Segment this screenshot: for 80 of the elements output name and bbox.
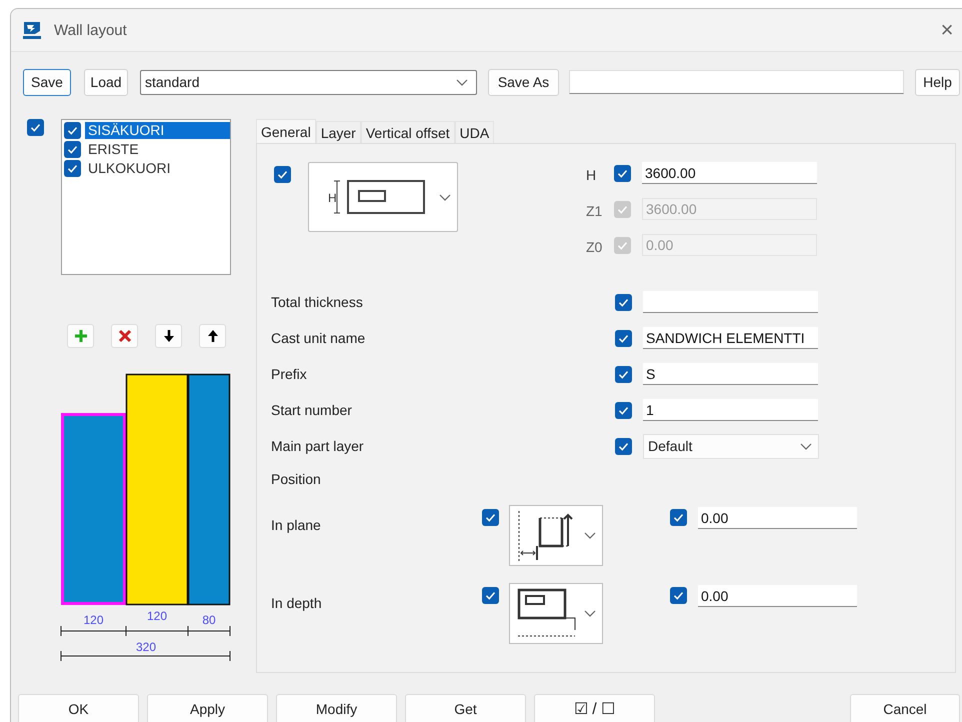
layer-item[interactable]: SISÄKUORI xyxy=(85,122,230,139)
toggle-all-button[interactable]: ☑ / ☐ xyxy=(534,694,655,722)
checkbox[interactable] xyxy=(670,587,687,604)
dialog-button[interactable]: Modify xyxy=(276,694,397,722)
checkbox[interactable] xyxy=(615,294,632,310)
cross-icon xyxy=(118,329,132,343)
up-arrow-icon xyxy=(206,329,220,343)
layer-list[interactable]: SISÄKUORI ERISTE ULKOKUORI xyxy=(61,119,231,275)
checkbox[interactable] xyxy=(482,509,499,526)
checkbox[interactable] xyxy=(482,587,499,604)
dimension-label: H xyxy=(329,191,337,205)
load-button[interactable]: Load xyxy=(84,68,128,96)
dimension-label: 120 xyxy=(146,609,168,623)
save-button[interactable]: Save xyxy=(23,68,71,96)
offset-field[interactable]: 0.00 xyxy=(698,507,857,529)
field-label: Cast unit name xyxy=(271,330,366,346)
tab[interactable]: Layer xyxy=(316,121,361,143)
field-label: H xyxy=(586,166,598,183)
checkbox[interactable] xyxy=(64,122,81,139)
field-label: Start number xyxy=(271,402,353,418)
checkbox[interactable] xyxy=(615,330,632,346)
offset-field[interactable]: 0.00 xyxy=(698,585,857,607)
text-field[interactable]: S xyxy=(643,363,818,385)
field-label: In plane xyxy=(271,516,322,533)
save-as-button[interactable]: Save As xyxy=(488,68,559,96)
level-field[interactable]: 3600.00 xyxy=(642,162,817,184)
tab[interactable]: General xyxy=(256,119,316,143)
checkbox[interactable] xyxy=(615,438,632,454)
section-label: Position xyxy=(270,471,322,487)
close-button[interactable]: × xyxy=(932,19,962,41)
move-up-button[interactable] xyxy=(199,324,226,348)
checkbox[interactable] xyxy=(615,402,632,418)
layer-item[interactable]: ERISTE xyxy=(85,141,230,158)
move-down-button[interactable] xyxy=(155,324,182,348)
dialog-button[interactable]: OK xyxy=(18,694,139,722)
layer-dropdown[interactable]: Default xyxy=(643,434,819,458)
field-label: Total thickness xyxy=(271,294,364,310)
checkbox[interactable] xyxy=(614,164,631,182)
add-button[interactable] xyxy=(67,324,94,348)
checkbox[interactable] xyxy=(64,141,81,158)
checkbox[interactable] xyxy=(274,166,291,183)
chevron-down-icon xyxy=(439,194,451,200)
field-label: Z0 xyxy=(586,238,604,255)
dimension-label: 320 xyxy=(136,640,156,654)
chevron-down-icon xyxy=(800,442,812,450)
preset-dropdown[interactable]: standard xyxy=(140,70,477,94)
checkbox[interactable] xyxy=(64,160,81,177)
shape-dropdown[interactable]: H xyxy=(308,162,458,232)
delete-button[interactable] xyxy=(111,324,138,348)
text-field[interactable] xyxy=(643,291,818,313)
checkbox[interactable] xyxy=(27,119,44,136)
dimension-label: 80 xyxy=(202,613,216,627)
chevron-down-icon xyxy=(584,532,596,539)
field-label: Z1 xyxy=(586,202,604,219)
tab[interactable]: UDA xyxy=(454,121,494,143)
field-label: Main part layer xyxy=(271,438,365,454)
dialog-button[interactable]: Get xyxy=(405,694,526,722)
position-dropdown[interactable] xyxy=(509,583,603,644)
checkbox[interactable] xyxy=(670,509,687,526)
dimension-label: 120 xyxy=(83,613,104,627)
field-label: Prefix xyxy=(271,366,308,382)
plus-icon xyxy=(74,329,88,343)
dialog-button[interactable]: Apply xyxy=(147,694,268,722)
position-dropdown[interactable] xyxy=(509,505,603,566)
app-icon xyxy=(22,20,42,40)
window-title: Wall layout xyxy=(54,22,127,38)
help-button[interactable]: Help xyxy=(915,68,960,96)
in-plane-position-drawing xyxy=(518,510,573,562)
tab[interactable]: Vertical offset xyxy=(360,121,455,143)
chevron-down-icon xyxy=(584,610,596,617)
cancel-button[interactable]: Cancel xyxy=(850,694,960,722)
text-field[interactable]: 1 xyxy=(643,399,818,421)
field-label: In depth xyxy=(271,594,323,611)
checkbox[interactable] xyxy=(615,366,632,382)
chevron-down-icon xyxy=(456,78,468,86)
text-field[interactable]: SANDWICH ELEMENTTI xyxy=(643,327,818,349)
save-as-name-field[interactable] xyxy=(569,70,904,94)
layer-item[interactable]: ULKOKUORI xyxy=(85,160,230,177)
down-arrow-icon xyxy=(162,329,176,343)
in-depth-position-drawing xyxy=(518,588,576,636)
